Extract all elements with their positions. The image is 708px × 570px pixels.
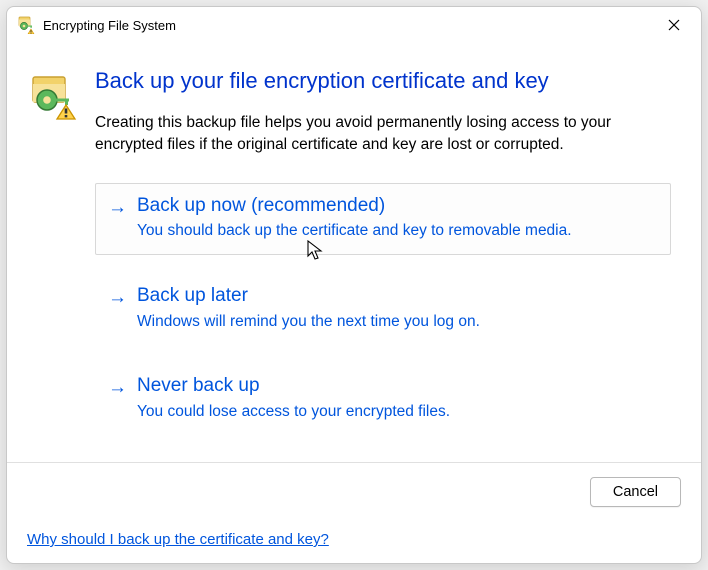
option-title: Never back up — [137, 374, 658, 399]
content-area: Back up your file encryption certificate… — [7, 43, 701, 462]
dialog-window: Encrypting File System Back up your — [6, 6, 702, 564]
footer: Cancel — [7, 462, 701, 521]
option-body: Back up later Windows will remind you th… — [137, 284, 658, 332]
efs-icon-small — [17, 16, 35, 34]
close-icon — [668, 19, 680, 31]
option-body: Back up now (recommended) You should bac… — [137, 194, 658, 242]
close-button[interactable] — [653, 10, 695, 40]
main-column: Back up your file encryption certificate… — [95, 67, 671, 462]
option-subtitle: You could lose access to your encrypted … — [137, 401, 658, 423]
option-title: Back up now (recommended) — [137, 194, 658, 219]
arrow-icon: → — [108, 287, 127, 332]
option-subtitle: Windows will remind you the next time yo… — [137, 311, 658, 333]
option-backup-now[interactable]: → Back up now (recommended) You should b… — [95, 183, 671, 255]
options-list: → Back up now (recommended) You should b… — [95, 183, 671, 436]
arrow-icon: → — [108, 197, 127, 242]
arrow-icon: → — [108, 377, 127, 422]
option-body: Never back up You could lose access to y… — [137, 374, 658, 422]
titlebar: Encrypting File System — [7, 7, 701, 43]
option-never-backup[interactable]: → Never back up You could lose access to… — [95, 363, 671, 435]
page-description: Creating this backup file helps you avoi… — [95, 112, 671, 157]
help-link[interactable]: Why should I back up the certificate and… — [27, 531, 329, 548]
page-heading: Back up your file encryption certificate… — [95, 67, 671, 96]
window-title: Encrypting File System — [43, 18, 653, 33]
efs-icon-large — [29, 73, 77, 121]
option-backup-later[interactable]: → Back up later Windows will remind you … — [95, 273, 671, 345]
option-subtitle: You should back up the certificate and k… — [137, 220, 658, 242]
option-title: Back up later — [137, 284, 658, 309]
help-link-area: Why should I back up the certificate and… — [7, 521, 701, 563]
cancel-button[interactable]: Cancel — [590, 477, 681, 507]
